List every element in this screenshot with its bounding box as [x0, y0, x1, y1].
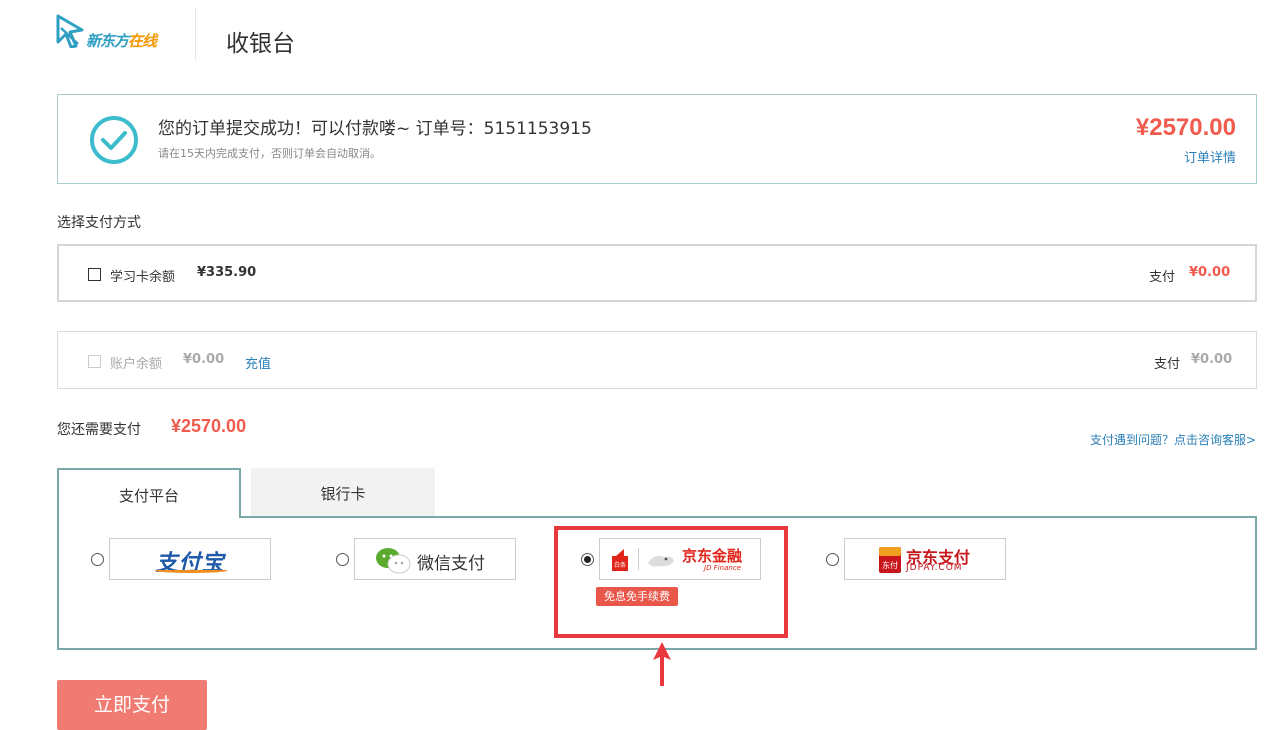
tab-payment-platform[interactable]: 支付平台: [57, 468, 241, 518]
account-pay-amount: ¥0.00: [1191, 352, 1233, 367]
help-link[interactable]: 支付遇到问题？点击咨询客服>: [1090, 431, 1256, 448]
jdpay-icon: 东付: [879, 547, 901, 573]
svg-text:白条: 白条: [614, 561, 626, 569]
order-message: 您的订单提交成功！可以付款喽~ 订单号：5151153915: [158, 119, 592, 139]
order-detail-link[interactable]: 订单详情: [1184, 147, 1236, 166]
jd-divider: [638, 548, 639, 570]
payment-method-label: 选择支付方式: [57, 215, 141, 231]
header-divider: [195, 8, 196, 60]
logo-text: 新东方在线: [86, 32, 157, 50]
account-pay-label: 支付: [1154, 357, 1181, 372]
alipay-option[interactable]: 支付宝: [109, 538, 271, 580]
pay-now-button[interactable]: 立即支付: [57, 680, 207, 730]
study-card-pay-amount: ¥0.00: [1189, 265, 1231, 280]
jd-dog-icon: [648, 555, 674, 567]
study-card-pay-label: 支付: [1149, 270, 1176, 285]
alipay-swoosh-icon: [155, 568, 227, 573]
study-card-label: 学习卡余额: [110, 270, 176, 285]
account-balance-value: ¥0.00: [183, 352, 225, 367]
wechat-pay-label: 微信支付: [417, 554, 485, 574]
arrow-up-icon: [653, 642, 671, 686]
jd-finance-label: 京东金融: [682, 547, 743, 565]
study-card-row: 学习卡余额 ¥335.90 支付 ¥0.00: [57, 244, 1257, 302]
order-deadline-note: 请在15天内完成支付，否则订单会自动取消。: [158, 147, 381, 160]
wechat-pay-option[interactable]: 微信支付: [354, 538, 516, 580]
account-balance-label: 账户余额: [110, 357, 163, 372]
wechat-radio[interactable]: [336, 553, 349, 566]
order-number: 5151153915: [483, 119, 592, 139]
remaining-amount: ¥2570.00: [171, 416, 247, 436]
jdpay-sublabel: JDPAY.COM: [906, 563, 963, 573]
alipay-radio[interactable]: [91, 553, 104, 566]
jdpay-radio[interactable]: [826, 553, 839, 566]
wechat-icon: [376, 548, 411, 574]
interest-free-badge: 免息免手续费: [596, 587, 678, 606]
page-title: 收银台: [226, 31, 295, 57]
tab-bank-card[interactable]: 银行卡: [251, 468, 435, 516]
jd-finance-sublabel: JD Finance: [704, 564, 741, 572]
tab-label: 银行卡: [320, 485, 366, 503]
remaining-label: 您还需要支付: [57, 422, 141, 438]
account-balance-checkbox[interactable]: [88, 355, 101, 368]
jdpay-option[interactable]: 东付 京东支付 JDPAY.COM: [844, 538, 1006, 580]
tab-label: 支付平台: [118, 487, 179, 505]
check-circle-icon: [90, 116, 138, 164]
jd-finance-option[interactable]: 白条 京东金融 JD Finance: [599, 538, 761, 580]
jd-baitiao-icon: 白条: [612, 549, 628, 571]
recharge-link[interactable]: 充值: [245, 353, 271, 372]
account-balance-row: 账户余额 ¥0.00 充值 支付 ¥0.00: [57, 331, 1257, 389]
svg-text:东付: 东付: [882, 560, 898, 570]
order-amount: ¥2570.00: [1135, 114, 1236, 141]
study-card-balance: ¥335.90: [197, 265, 257, 280]
order-success-panel: [57, 94, 1257, 184]
logo-icon: [56, 14, 84, 48]
jd-finance-radio[interactable]: [581, 553, 594, 566]
study-card-checkbox[interactable]: [88, 268, 101, 281]
logo: 新东方在线: [56, 14, 176, 50]
